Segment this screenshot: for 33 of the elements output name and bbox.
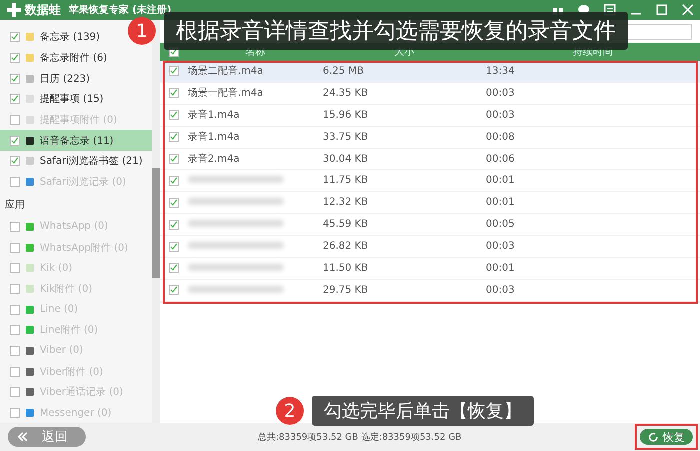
step-tooltip: 根据录音详情查找并勾选需要恢复的录音文件: [164, 12, 628, 50]
file-name: 场景一配音.m4a: [188, 88, 264, 100]
duration: 00:06: [486, 154, 515, 164]
file-size: 33.75 KB: [323, 132, 368, 143]
duration: 00:03: [486, 110, 515, 121]
file-size: 6.25 MB: [323, 66, 364, 77]
duration: 00:03: [486, 284, 515, 296]
file-name: 录音1.m4a: [188, 132, 240, 144]
duration: 00:08: [486, 132, 515, 143]
step-tooltip: 勾选完毕后单击【恢复】: [312, 396, 534, 426]
file-name: 场景二配音.m4a: [188, 66, 264, 78]
section-heading: 应用: [4, 198, 26, 212]
file-size: 15.96 KB: [323, 110, 368, 121]
duration: 00:03: [486, 88, 515, 99]
file-size: 30.04 KB: [323, 154, 368, 164]
duration: 00:01: [486, 197, 515, 208]
duration: 00:05: [486, 219, 515, 230]
app-name: 数据蛙: [25, 2, 61, 18]
file-size: 24.35 KB: [323, 88, 368, 99]
duration: 00:03: [486, 241, 515, 252]
file-name: 录音2.m4a: [188, 154, 240, 165]
duration: 00:01: [486, 262, 515, 274]
file-name: 录音1.m4a: [188, 110, 240, 122]
file-size: 29.75 KB: [323, 284, 368, 296]
file-size: 11.50 KB: [323, 262, 368, 274]
status-text: 总共:83359项53.52 GB 选定:83359项53.52 GB: [258, 432, 462, 444]
duration: 00:01: [486, 175, 515, 186]
file-size: 26.82 KB: [323, 241, 368, 252]
step-number-tooltip: 2: [276, 397, 304, 425]
file-size: 11.75 KB: [323, 175, 368, 186]
duration: 13:34: [486, 66, 515, 77]
file-size: 45.59 KB: [323, 219, 368, 230]
file-size: 12.32 KB: [323, 197, 368, 208]
